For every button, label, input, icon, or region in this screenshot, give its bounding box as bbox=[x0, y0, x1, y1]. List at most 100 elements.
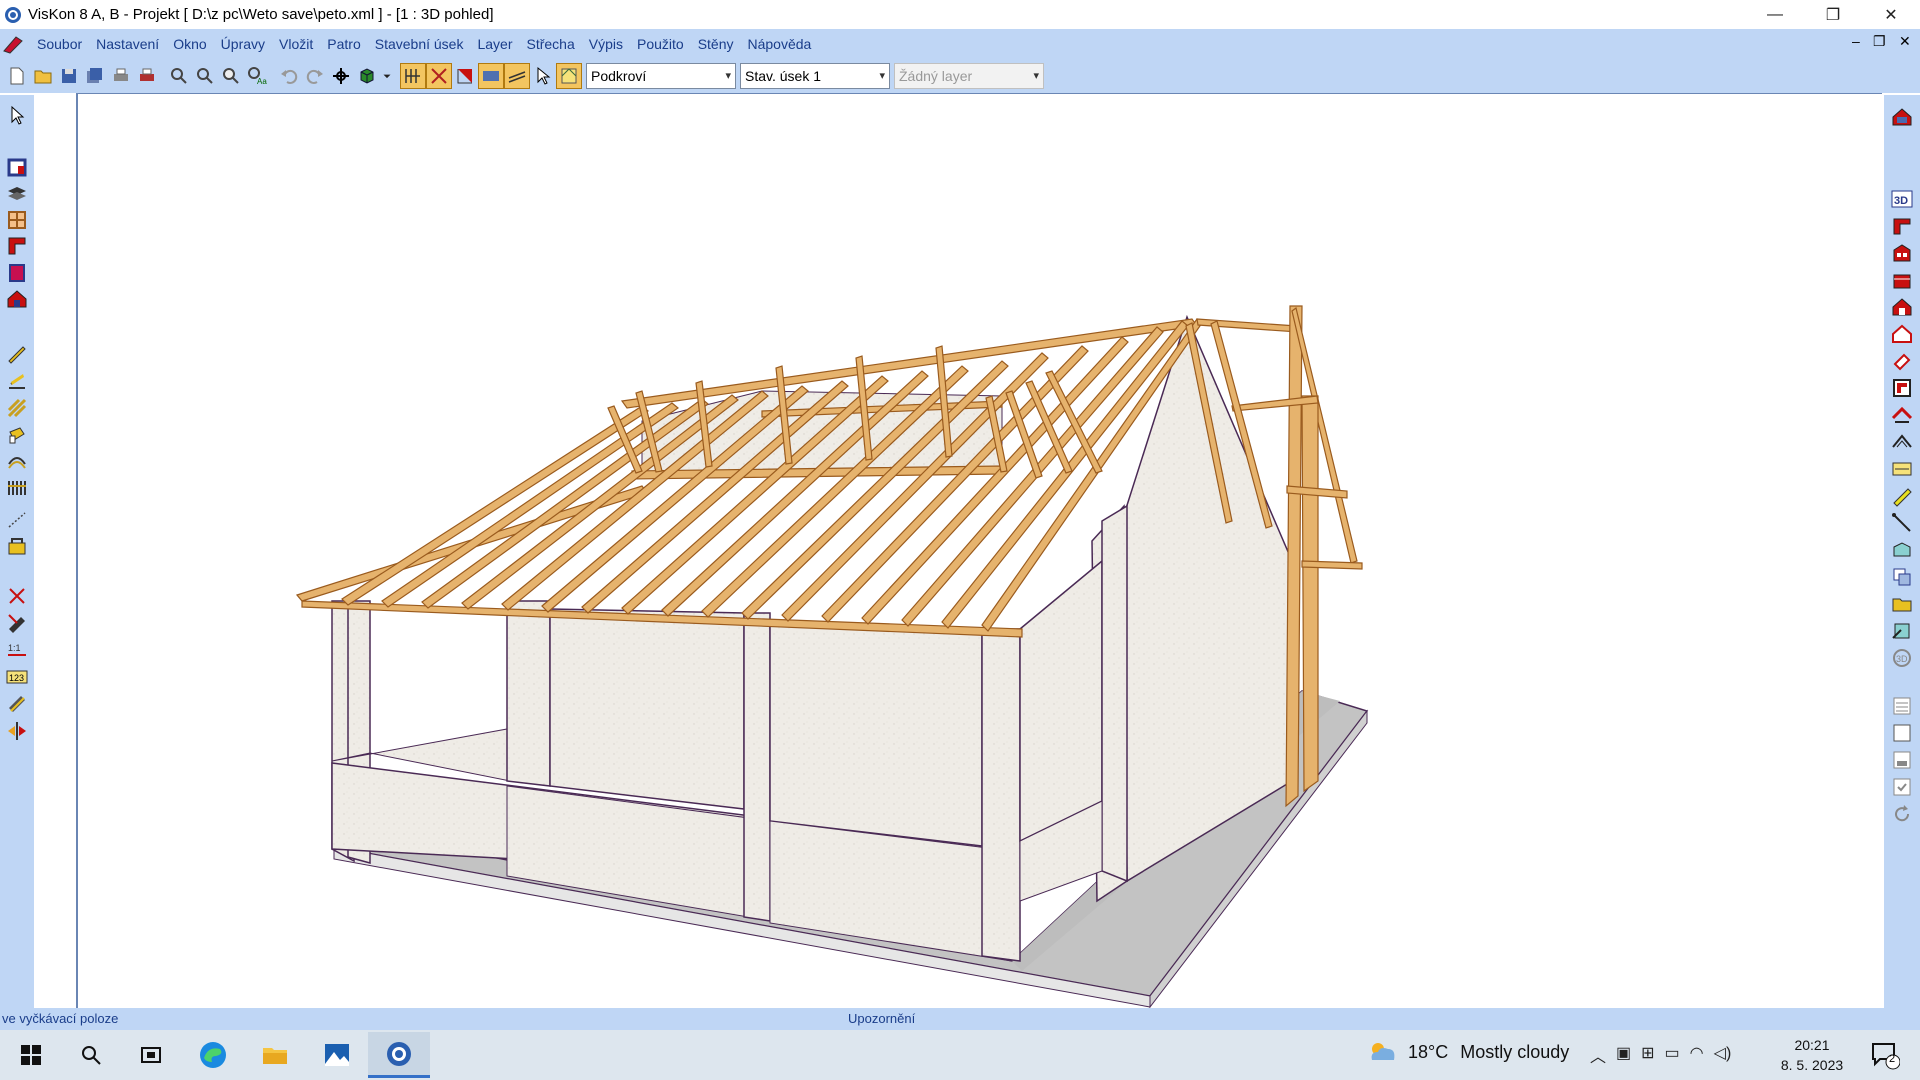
delete-tool-icon[interactable] bbox=[6, 585, 28, 607]
line-tool-icon[interactable] bbox=[1891, 512, 1913, 534]
stair-tool-icon[interactable] bbox=[6, 535, 28, 557]
door-tool-icon[interactable] bbox=[6, 156, 28, 178]
column-tool-icon[interactable] bbox=[6, 262, 28, 284]
chevron-up-icon[interactable]: ︿ bbox=[1590, 1043, 1606, 1067]
3d-viewport[interactable] bbox=[76, 93, 1882, 1009]
save-button[interactable] bbox=[56, 63, 82, 89]
layer-select[interactable]: Žádný layer ▾ bbox=[894, 62, 1044, 89]
close-button[interactable]: ✕ bbox=[1862, 0, 1920, 29]
viskon-menu-logo-icon[interactable] bbox=[2, 33, 24, 55]
wifi-icon[interactable]: ◠ bbox=[1690, 1043, 1704, 1067]
roof-outline-icon[interactable] bbox=[1891, 431, 1913, 453]
weather-widget[interactable]: 18°C Mostly cloudy bbox=[1366, 1040, 1569, 1064]
menu-napoveda[interactable]: Nápověda bbox=[741, 36, 819, 52]
menu-pouzito[interactable]: Použito bbox=[630, 36, 691, 52]
menu-okno[interactable]: Okno bbox=[166, 36, 213, 52]
mdi-restore-button[interactable]: ❐ bbox=[1873, 33, 1886, 50]
point-snap-button[interactable] bbox=[426, 62, 452, 89]
panel-icon[interactable] bbox=[1891, 539, 1913, 561]
taskbar-photos-button[interactable] bbox=[306, 1032, 368, 1078]
start-button[interactable] bbox=[0, 1032, 62, 1078]
menu-vypis[interactable]: Výpis bbox=[582, 36, 630, 52]
copy-object-icon[interactable] bbox=[1891, 566, 1913, 588]
open-file-button[interactable] bbox=[30, 63, 56, 89]
taskbar-viskon-button[interactable] bbox=[368, 1032, 430, 1078]
measure-tool-icon[interactable] bbox=[6, 612, 28, 634]
pointer-tool-icon[interactable] bbox=[6, 105, 28, 127]
task-view-button[interactable] bbox=[120, 1032, 182, 1078]
arch-tool-icon[interactable] bbox=[6, 450, 28, 472]
eraser-icon[interactable] bbox=[1891, 350, 1913, 372]
menu-stavebni-usek[interactable]: Stavební úsek bbox=[368, 36, 471, 52]
house-view-icon[interactable] bbox=[1891, 106, 1913, 128]
house-tool-icon[interactable] bbox=[6, 288, 28, 310]
window-tool-icon[interactable] bbox=[6, 209, 28, 231]
zoom-all-button[interactable] bbox=[218, 63, 244, 89]
minimize-button[interactable]: — bbox=[1746, 0, 1804, 29]
wall-corner-tool-icon[interactable] bbox=[6, 235, 28, 257]
menu-vlozit[interactable]: Vložit bbox=[272, 36, 320, 52]
beam-diagonal-icon[interactable] bbox=[1891, 485, 1913, 507]
select-pointer-button[interactable] bbox=[530, 63, 556, 89]
menu-soubor[interactable]: Soubor bbox=[30, 36, 89, 52]
taskbar-edge-button[interactable] bbox=[182, 1032, 244, 1078]
save-all-button[interactable] bbox=[82, 63, 108, 89]
batten-tool-icon[interactable] bbox=[6, 477, 28, 499]
taskbar-clock[interactable]: 20:21 8. 5. 2023 bbox=[1770, 1035, 1854, 1075]
undo-button[interactable] bbox=[276, 63, 302, 89]
plate-icon[interactable] bbox=[1891, 458, 1913, 480]
restore-button[interactable]: ❐ bbox=[1804, 0, 1862, 29]
beam-tool-icon[interactable] bbox=[6, 343, 28, 365]
move-button[interactable] bbox=[328, 63, 354, 89]
new-file-button[interactable] bbox=[4, 63, 30, 89]
scale-tool-icon[interactable]: 1:1 bbox=[6, 639, 28, 661]
grid-snap-button[interactable] bbox=[400, 62, 426, 89]
tool-settings-icon[interactable] bbox=[1891, 620, 1913, 642]
zoom-in-button[interactable] bbox=[166, 63, 192, 89]
frame-check-icon[interactable] bbox=[1891, 776, 1913, 798]
redo-button[interactable] bbox=[302, 63, 328, 89]
floor-select[interactable]: Podkroví ▾ bbox=[586, 62, 736, 89]
print-button[interactable] bbox=[108, 63, 134, 89]
wall-layer-button[interactable] bbox=[452, 63, 478, 89]
truss-tool-icon[interactable] bbox=[6, 397, 28, 419]
frame-bottom-icon[interactable] bbox=[1891, 749, 1913, 771]
menu-nastaveni[interactable]: Nastavení bbox=[89, 36, 166, 52]
taskbar-explorer-button[interactable] bbox=[244, 1032, 306, 1078]
mdi-close-button[interactable]: ✕ bbox=[1899, 33, 1911, 50]
cube-view-button[interactable] bbox=[354, 63, 380, 89]
hatch-button[interactable] bbox=[478, 62, 504, 89]
layers-tool-icon[interactable] bbox=[6, 183, 28, 205]
zoom-out-button[interactable] bbox=[192, 63, 218, 89]
rafter-tool-icon[interactable] bbox=[6, 370, 28, 392]
battery-icon[interactable]: ▭ bbox=[1665, 1043, 1680, 1067]
mdi-minimize-button[interactable]: – bbox=[1852, 33, 1860, 49]
dimension-line-tool-icon[interactable] bbox=[6, 509, 28, 531]
3d-view-icon[interactable]: 3D bbox=[1891, 188, 1913, 210]
security-icon[interactable]: ⊞ bbox=[1641, 1043, 1654, 1067]
meet-now-icon[interactable]: ▣ bbox=[1616, 1043, 1631, 1067]
building-2-icon[interactable] bbox=[1891, 269, 1913, 291]
blank-frame-icon[interactable] bbox=[1891, 722, 1913, 744]
wall-section-icon[interactable] bbox=[1891, 215, 1913, 237]
rotate-3d-icon[interactable]: 3D bbox=[1891, 647, 1913, 669]
refresh-icon[interactable] bbox=[1891, 803, 1913, 825]
menu-steny[interactable]: Stěny bbox=[691, 36, 741, 52]
house-side-icon[interactable] bbox=[1891, 323, 1913, 345]
mirror-tool-icon[interactable] bbox=[6, 720, 28, 742]
floor-plan-button[interactable] bbox=[556, 62, 582, 89]
volume-icon[interactable]: ◁) bbox=[1714, 1043, 1732, 1067]
menu-strecha[interactable]: Střecha bbox=[520, 36, 582, 52]
material-button[interactable] bbox=[504, 62, 530, 89]
menu-layer[interactable]: Layer bbox=[470, 36, 519, 52]
menu-upravy[interactable]: Úpravy bbox=[214, 36, 272, 52]
zoom-text-button[interactable]: Aa bbox=[244, 63, 270, 89]
notification-center-button[interactable]: 2 bbox=[1870, 1040, 1904, 1070]
cube-dropdown-button[interactable] bbox=[380, 63, 394, 89]
house-front-icon[interactable] bbox=[1891, 296, 1913, 318]
taskbar-search-button[interactable] bbox=[60, 1032, 122, 1078]
corner-wall-icon[interactable] bbox=[1891, 377, 1913, 399]
dimension-123-tool-icon[interactable]: 123 bbox=[6, 666, 28, 688]
open-folder-icon[interactable] bbox=[1891, 593, 1913, 615]
building-icon[interactable] bbox=[1891, 242, 1913, 264]
